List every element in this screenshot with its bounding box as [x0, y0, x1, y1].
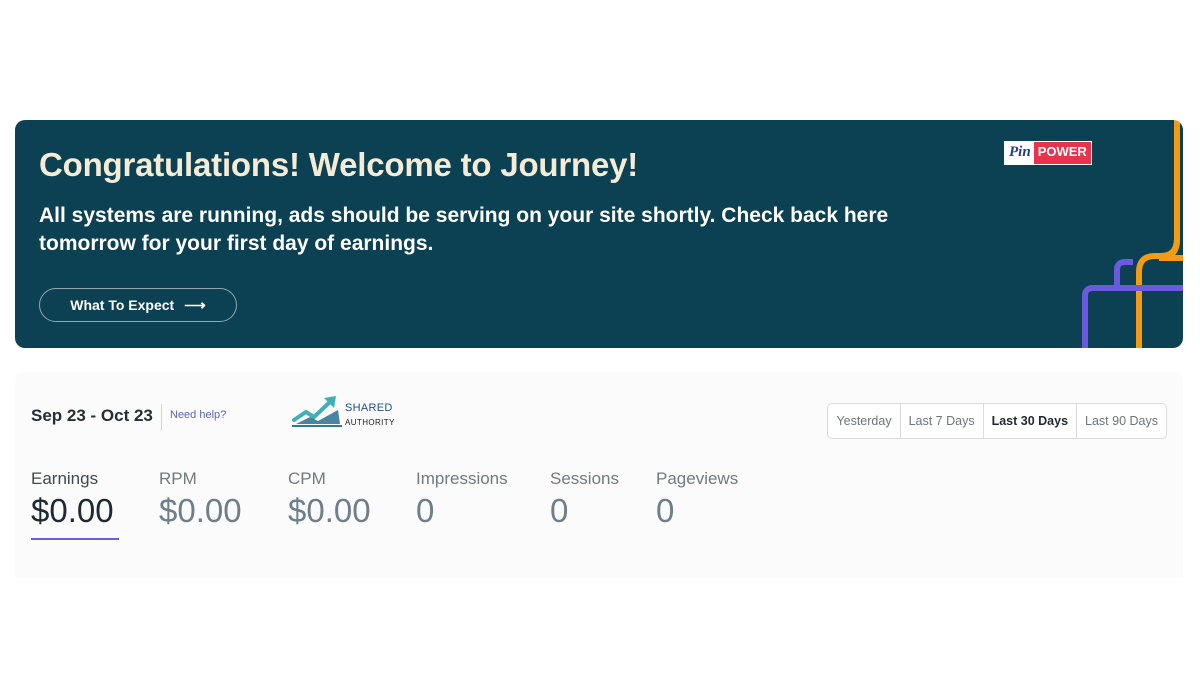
metric-value: $0.00 — [159, 492, 242, 529]
metric-label: Pageviews — [656, 469, 739, 488]
stats-card: Sep 23 - Oct 23 Need help? SHARED AUTHOR… — [15, 372, 1183, 578]
metric-sessions[interactable]: Sessions 0 — [550, 469, 619, 531]
metric-label: CPM — [288, 469, 326, 488]
dashboard-page: Congratulations! Welcome to Journey! All… — [0, 0, 1200, 675]
need-help-link[interactable]: Need help? — [170, 409, 226, 421]
metric-cpm[interactable]: CPM $0.00 — [288, 469, 371, 531]
banner-title: Congratulations! Welcome to Journey! — [39, 146, 639, 183]
metric-rpm[interactable]: RPM $0.00 — [159, 469, 242, 531]
arrow-right-icon: ⟶ — [184, 297, 206, 314]
metric-earnings[interactable]: Earnings $0.00 — [31, 469, 114, 531]
metric-value: $0.00 — [31, 492, 114, 529]
active-metric-underline — [31, 538, 119, 540]
tab-yesterday[interactable]: Yesterday — [828, 404, 899, 438]
date-range-tabs: Yesterday Last 7 Days Last 30 Days Last … — [827, 403, 1167, 439]
metric-value: 0 — [550, 492, 569, 529]
metric-value: 0 — [656, 492, 675, 529]
metric-label: Earnings — [31, 469, 99, 488]
tab-last-90-days[interactable]: Last 90 Days — [1076, 404, 1166, 438]
banner-message: All systems are running, ads should be s… — [39, 204, 889, 255]
metric-label: Sessions — [550, 469, 619, 488]
what-to-expect-button[interactable]: What To Expect ⟶ — [39, 288, 237, 322]
decorative-lines-icon — [1082, 120, 1183, 348]
date-range: Sep 23 - Oct 23 — [31, 406, 153, 425]
welcome-banner: Congratulations! Welcome to Journey! All… — [15, 120, 1183, 348]
shared-authority-logo: SHARED AUTHORITY — [290, 390, 400, 432]
shared-logo-line2: AUTHORITY — [345, 418, 395, 427]
metric-impressions[interactable]: Impressions 0 — [416, 469, 508, 531]
metric-value: 0 — [416, 492, 435, 529]
pinpower-logo-pin: Pin — [1005, 142, 1034, 164]
shared-logo-line1: SHARED — [345, 402, 393, 414]
tab-last-7-days[interactable]: Last 7 Days — [899, 404, 983, 438]
trend-arrow-icon — [292, 396, 342, 427]
metric-label: Impressions — [416, 469, 508, 488]
divider — [161, 404, 162, 430]
metric-label: RPM — [159, 469, 197, 488]
what-to-expect-label: What To Expect — [70, 297, 175, 313]
tab-last-30-days[interactable]: Last 30 Days — [982, 404, 1076, 438]
metric-pageviews[interactable]: Pageviews 0 — [656, 469, 738, 531]
metric-value: $0.00 — [288, 492, 371, 529]
